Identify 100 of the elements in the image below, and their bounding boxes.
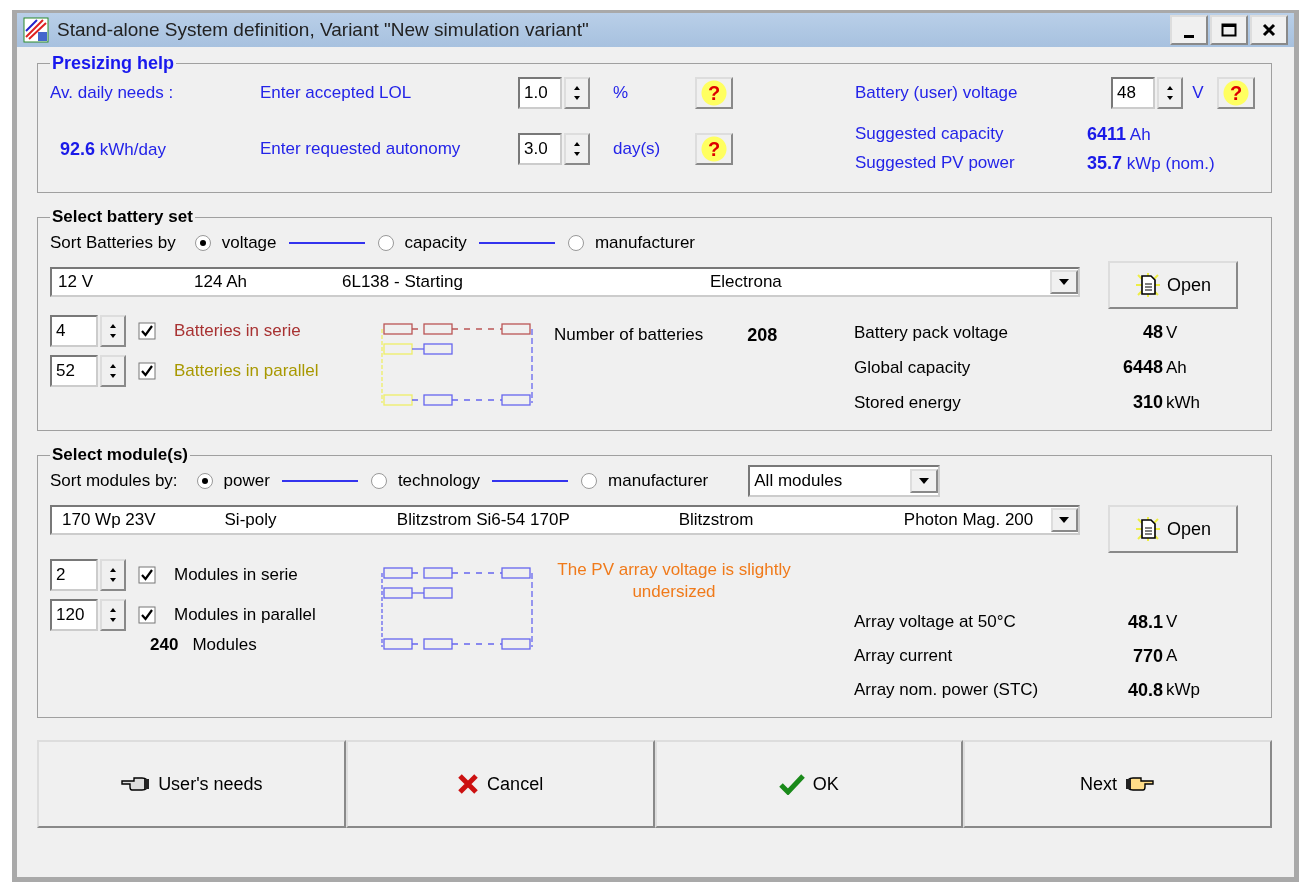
result-label: Suggested PV power: [855, 152, 1016, 174]
count-label: Number of batteries: [554, 325, 704, 346]
stat-label: Global capacity: [854, 357, 972, 379]
minimize-icon: [1184, 34, 1194, 38]
checkbox[interactable]: [138, 566, 156, 584]
caret-icon: [1059, 279, 1069, 285]
radio-button[interactable]: [376, 234, 395, 252]
document-icon: [1134, 516, 1161, 542]
stat-label: Array nom. power (STC): [854, 679, 1040, 701]
stat-value: 6448: [1121, 356, 1164, 379]
unit-label: V: [1191, 83, 1205, 103]
module-count: 240: [150, 635, 179, 655]
item-dropdown[interactable]: 12 V 124 Ah 6L138 - Starting Electrona: [50, 267, 1080, 297]
unit-label: day(s): [613, 139, 662, 159]
checkbox[interactable]: [138, 362, 156, 380]
spinner-button[interactable]: [564, 133, 590, 165]
number-field[interactable]: 52: [50, 355, 98, 387]
radio-label: capacity: [404, 233, 467, 253]
daily-needs-value: 92.6: [60, 138, 96, 159]
maximize-button[interactable]: [1210, 15, 1248, 45]
stat-label: Battery pack voltage: [854, 322, 1010, 344]
checkbox-label: Modules in serie: [174, 565, 298, 585]
spinner-button[interactable]: [1157, 77, 1183, 109]
stat-value: 48: [1141, 321, 1164, 344]
number-field[interactable]: 1.0: [518, 77, 562, 109]
stat-label: Array current: [854, 645, 954, 667]
pointing-hand-icon: [1125, 775, 1156, 793]
radio-button[interactable]: [195, 472, 214, 490]
result-value: 35.7: [1087, 153, 1123, 173]
count-value: 208: [747, 325, 778, 346]
caret-icon: [1059, 517, 1070, 523]
radio-button[interactable]: [369, 472, 388, 490]
document-icon: [1134, 272, 1161, 298]
spinner-button[interactable]: [100, 599, 126, 631]
open-button[interactable]: Open: [1108, 505, 1238, 553]
unit-label: kWh: [1166, 392, 1200, 414]
unit-label: kWp: [1166, 679, 1200, 701]
unit-label: %: [613, 83, 630, 103]
close-icon: [1262, 23, 1276, 37]
radio-label: voltage: [221, 233, 277, 253]
spinner-button[interactable]: [100, 315, 126, 347]
field-label: Enter accepted LOL: [260, 83, 413, 103]
close-button[interactable]: [1250, 15, 1288, 45]
number-field[interactable]: 120: [50, 599, 98, 631]
radio-label: technology: [397, 471, 481, 491]
stat-value: 310: [1131, 391, 1164, 414]
maximize-icon: [1221, 23, 1237, 37]
next-button[interactable]: Next: [963, 740, 1272, 828]
stat-value: 40.8: [1126, 679, 1164, 702]
radio-label: power: [223, 471, 270, 491]
number-field[interactable]: 2: [50, 559, 98, 591]
filter-dropdown[interactable]: All modules: [748, 465, 941, 497]
help-button[interactable]: ?: [695, 77, 733, 109]
checkmark-icon: [778, 773, 805, 795]
spinner-button[interactable]: [100, 559, 126, 591]
result-value: 6411: [1087, 124, 1127, 144]
radio-button[interactable]: [193, 234, 212, 252]
group-title: Select battery set: [51, 207, 194, 227]
stat-label: Stored energy: [854, 392, 962, 414]
unit-label: V: [1166, 322, 1179, 344]
help-button[interactable]: ?: [1217, 77, 1255, 109]
app-icon: [23, 17, 49, 43]
field-label: Battery (user) voltage: [855, 83, 1019, 103]
back-button[interactable]: User's needs: [37, 740, 346, 828]
number-field[interactable]: 3.0: [518, 133, 562, 165]
stat-value: 48.1: [1126, 611, 1164, 634]
checkbox[interactable]: [138, 606, 156, 624]
window-title: Stand-alone System definition, Variant "New simulation variant": [57, 19, 590, 41]
unit-label: V: [1166, 611, 1179, 633]
pointing-hand-icon: [120, 775, 151, 793]
number-field[interactable]: 48: [1111, 77, 1155, 109]
sort-label: Sort modules by:: [50, 471, 178, 491]
unit-label: kWh/day: [99, 139, 166, 159]
spinner-button[interactable]: [564, 77, 590, 109]
ok-button[interactable]: OK: [654, 740, 964, 828]
open-button[interactable]: Open: [1108, 261, 1238, 309]
cross-icon: [457, 773, 480, 795]
radio-button[interactable]: [566, 234, 585, 252]
result-label: Suggested capacity: [855, 123, 1005, 145]
unit-label: Ah: [1129, 125, 1151, 144]
cancel-button[interactable]: Cancel: [345, 740, 655, 828]
number-field[interactable]: 4: [50, 315, 98, 347]
group-title: Presizing help: [51, 53, 176, 74]
radio-button[interactable]: [580, 472, 599, 490]
help-button[interactable]: ?: [695, 133, 733, 165]
sort-label: Sort Batteries by: [50, 233, 176, 253]
unit-label: kWp (nom.): [1126, 154, 1215, 173]
stat-value: 770: [1131, 645, 1164, 668]
daily-needs-label: Av. daily needs :: [50, 83, 175, 103]
checkbox[interactable]: [138, 322, 156, 340]
checkbox-label: Batteries in parallel: [174, 361, 319, 381]
item-dropdown[interactable]: 170 Wp 23V Si-poly Blitzstrom Si6-54 170P Blitzstrom Photon Mag. 200: [50, 505, 1080, 535]
unit-label: Modules: [192, 635, 257, 655]
radio-label: manufacturer: [594, 233, 696, 253]
unit-label: Ah: [1166, 357, 1188, 379]
group-title: Select module(s): [51, 445, 190, 465]
field-label: Enter requested autonomy: [260, 139, 462, 159]
caret-icon: [919, 478, 930, 484]
minimize-button[interactable]: [1170, 15, 1208, 45]
spinner-button[interactable]: [100, 355, 126, 387]
